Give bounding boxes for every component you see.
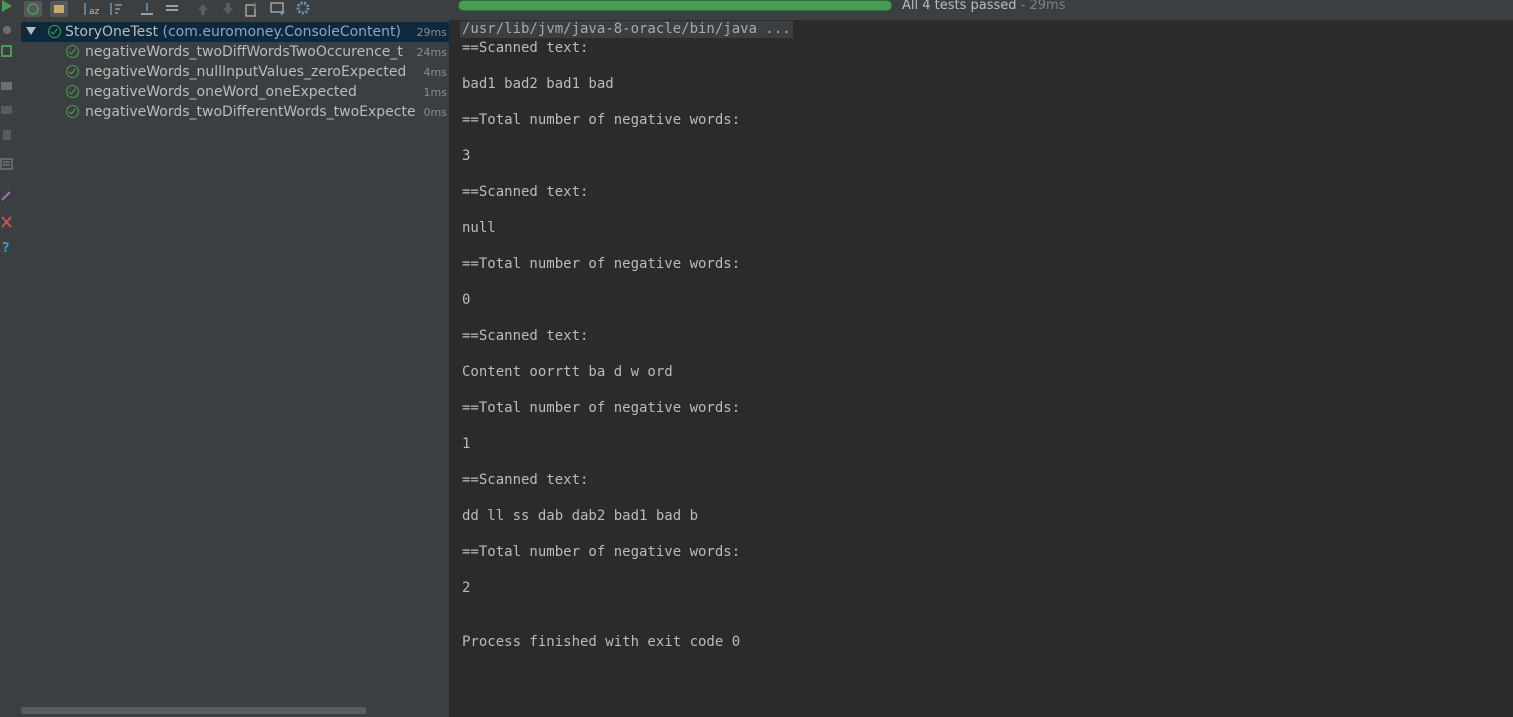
console-line: bad1 bad2 bad1 bad: [462, 76, 614, 92]
dump-threads-icon[interactable]: [0, 104, 14, 116]
sort-alphabetically-icon[interactable]: az: [81, 1, 99, 17]
collapse-all-icon[interactable]: [163, 1, 181, 17]
show-ignored-icon[interactable]: [50, 1, 68, 17]
expand-triangle-icon[interactable]: [26, 27, 36, 36]
console-line: ==Scanned text:: [462, 184, 589, 200]
test-name: negativeWords_twoDifferentWords_twoExpec…: [85, 104, 416, 120]
console-line: 1: [462, 436, 471, 452]
console-line: 0: [462, 292, 471, 308]
exit-icon[interactable]: [0, 129, 14, 141]
test-summary: All 4 tests passed - 29ms: [902, 0, 1065, 13]
rerun-icon[interactable]: [0, 0, 14, 12]
console-output[interactable]: /usr/lib/jvm/java-8-oracle/bin/java ... …: [451, 20, 1513, 717]
test-tree: StoryOneTest (com.euromoney.ConsoleConte…: [21, 20, 450, 717]
console-line: ==Total number of negative words:: [462, 544, 741, 560]
import-results-icon[interactable]: [269, 1, 287, 17]
test-summary-duration: - 29ms: [1016, 0, 1066, 13]
passed-icon: [66, 105, 79, 118]
pin-icon[interactable]: [0, 190, 14, 202]
test-runner-toolbar: az: [21, 0, 450, 20]
console-command-line[interactable]: /usr/lib/jvm/java-8-oracle/bin/java ...: [460, 21, 793, 38]
console-line: null: [462, 220, 496, 236]
test-name: negativeWords_nullInputValues_zeroExpect…: [85, 64, 407, 80]
rerun-failed-icon[interactable]: [0, 45, 14, 57]
export-results-icon[interactable]: [243, 1, 261, 17]
previous-failed-icon[interactable]: [194, 1, 212, 17]
test-class-duration: 29ms: [416, 26, 447, 39]
passed-icon: [48, 25, 61, 38]
console-line: dd ll ss dab dab2 bad1 bad b: [462, 508, 699, 524]
sort-by-duration-icon[interactable]: [107, 1, 125, 17]
pause-icon[interactable]: [0, 80, 14, 92]
expand-all-icon[interactable]: [138, 1, 156, 17]
passed-icon: [66, 45, 79, 58]
test-duration: 0ms: [423, 106, 447, 119]
stop-icon[interactable]: [0, 24, 14, 36]
console-line: 3: [462, 148, 471, 164]
test-progress-bar: [458, 0, 892, 11]
test-tree-item[interactable]: negativeWords_twoDifferentWords_twoExpec…: [21, 102, 449, 122]
console-line: Content oorrtt ba d w ord: [462, 364, 673, 380]
svg-text:az: az: [89, 7, 99, 17]
next-failed-icon[interactable]: [219, 1, 237, 17]
test-progress-area: All 4 tests passed - 29ms: [450, 0, 1513, 20]
run-tool-strip: ?: [0, 0, 22, 717]
test-duration: 1ms: [423, 86, 447, 99]
test-class-package: (com.euromoney.ConsoleContent): [158, 24, 401, 40]
layout-icon[interactable]: [0, 158, 14, 170]
passed-icon: [66, 85, 79, 98]
test-name: negativeWords_twoDiffWordsTwoOccurence_t: [85, 44, 403, 60]
passed-icon: [66, 65, 79, 78]
show-passed-icon[interactable]: [24, 1, 42, 17]
console-line: ==Scanned text:: [462, 328, 589, 344]
help-icon[interactable]: ?: [0, 241, 14, 253]
test-class-label: StoryOneTest (com.euromoney.ConsoleConte…: [65, 24, 401, 40]
svg-text:?: ?: [2, 241, 10, 253]
console-line: ==Scanned text:: [462, 472, 589, 488]
test-tree-item[interactable]: negativeWords_twoDiffWordsTwoOccurence_t…: [21, 42, 449, 62]
settings-gear-icon[interactable]: [294, 1, 312, 17]
test-duration: 4ms: [423, 66, 447, 79]
console-line: ==Total number of negative words:: [462, 112, 741, 128]
console-line: ==Scanned text:: [462, 40, 589, 56]
console-line: 2: [462, 580, 471, 596]
console-exit-line: Process finished with exit code 0: [462, 634, 741, 650]
tree-horizontal-scrollbar[interactable]: [21, 707, 366, 714]
console-line: ==Total number of negative words:: [462, 256, 741, 272]
test-tree-item[interactable]: negativeWords_nullInputValues_zeroExpect…: [21, 62, 449, 82]
test-class-name: StoryOneTest: [65, 24, 159, 40]
test-name: negativeWords_oneWord_oneExpected: [85, 84, 357, 100]
test-duration: 24ms: [416, 46, 447, 59]
console-line: ==Total number of negative words:: [462, 400, 741, 416]
test-tree-item[interactable]: negativeWords_oneWord_oneExpected 1ms: [21, 82, 449, 102]
test-tree-root[interactable]: StoryOneTest (com.euromoney.ConsoleConte…: [21, 22, 449, 42]
close-icon[interactable]: [0, 216, 14, 228]
test-summary-text: All 4 tests passed: [902, 0, 1017, 13]
